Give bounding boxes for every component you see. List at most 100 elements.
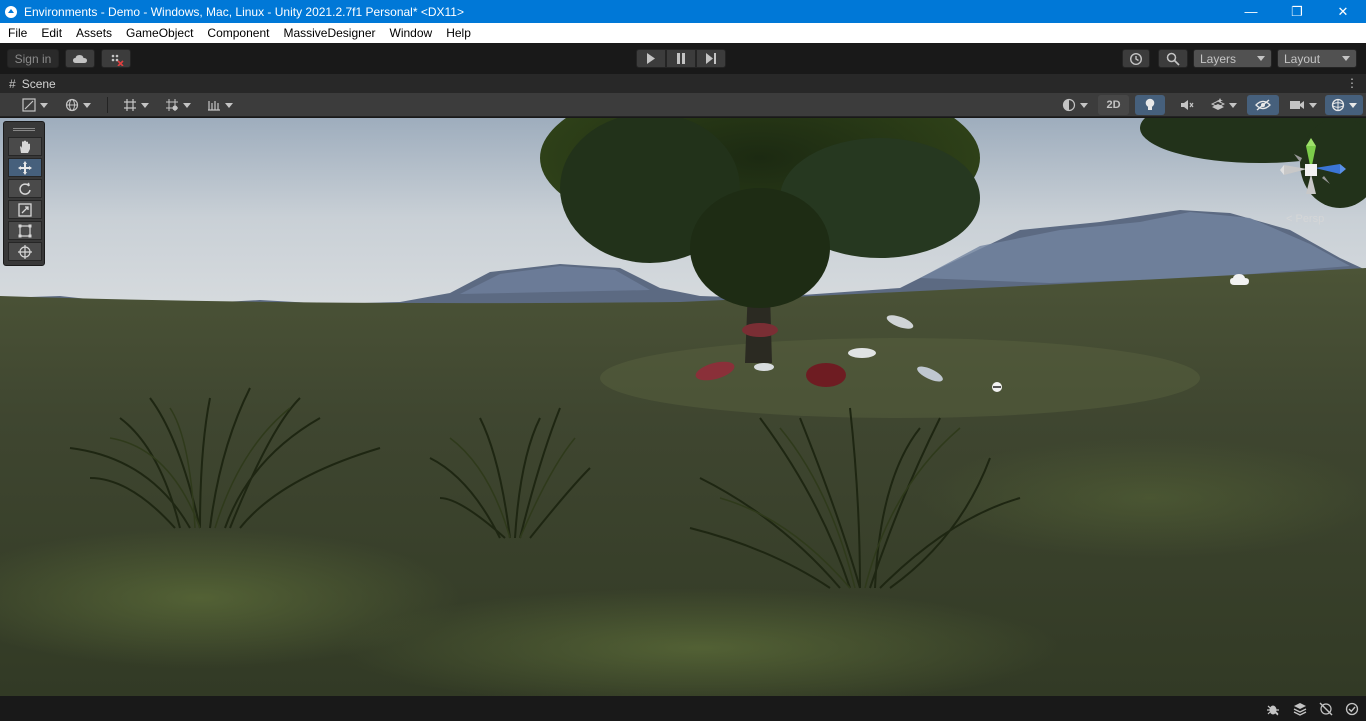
camera-icon: [1290, 101, 1304, 109]
effects-dropdown[interactable]: [1205, 95, 1243, 115]
projection-label[interactable]: < Persp: [1286, 213, 1324, 225]
auto-generate-lighting-button[interactable]: [1318, 701, 1334, 717]
maximize-button[interactable]: ❐: [1274, 0, 1320, 23]
tab-scene[interactable]: # Scene: [0, 74, 72, 94]
check-circle-icon: [1345, 702, 1359, 716]
grass-shade: [600, 338, 1200, 418]
tab-menu-button[interactable]: ⋮: [1346, 76, 1358, 90]
status-check-button[interactable]: [1344, 701, 1360, 717]
scene-viewport[interactable]: [0, 118, 1366, 696]
main-toolbar: Sign in Layers Layout: [0, 43, 1366, 73]
search-icon: [1166, 52, 1180, 66]
menu-edit[interactable]: Edit: [34, 23, 69, 43]
step-button[interactable]: [696, 49, 726, 68]
title-bar: Environments - Demo - Windows, Mac, Linu…: [0, 0, 1366, 23]
history-icon: [1129, 52, 1143, 65]
hand-icon: [20, 140, 30, 153]
pause-button[interactable]: [666, 49, 696, 68]
moss-patch: [920, 438, 1366, 558]
globe-icon: [65, 98, 79, 112]
layers-dropdown[interactable]: Layers: [1193, 49, 1272, 68]
chevron-down-icon: [141, 102, 149, 108]
layers-dropdown-label: Layers: [1200, 51, 1237, 66]
menu-massivedesigner[interactable]: MassiveDesigner: [276, 23, 382, 43]
tab-scene-label: Scene: [21, 77, 56, 91]
menu-help[interactable]: Help: [439, 23, 478, 43]
eye-hidden-icon: [1255, 99, 1271, 111]
audio-toggle-button[interactable]: [1172, 95, 1202, 115]
menu-window[interactable]: Window: [383, 23, 440, 43]
search-button[interactable]: [1158, 49, 1188, 68]
unity-logo-icon: [5, 5, 17, 18]
lightbulb-icon: [1145, 98, 1155, 110]
layers-stack-icon: [1293, 703, 1307, 716]
progress-button[interactable]: [1292, 701, 1308, 717]
scene-visibility-toggle[interactable]: [1247, 95, 1279, 115]
undo-history-button[interactable]: [1122, 49, 1150, 68]
menu-assets[interactable]: Assets: [69, 23, 119, 43]
scale-icon: [18, 202, 32, 217]
effects-layers-icon: [1211, 98, 1225, 110]
grid-visibility-dropdown[interactable]: [117, 95, 155, 115]
gizmos-dropdown[interactable]: [1325, 95, 1363, 115]
menu-bar: File Edit Assets GameObject Component Ma…: [0, 23, 1366, 43]
scene-tab-bar: # Scene ⋮: [0, 73, 1366, 93]
transform-tool-button[interactable]: [8, 242, 42, 261]
window-title: Environments - Demo - Windows, Mac, Linu…: [24, 4, 464, 19]
collab-button[interactable]: [101, 49, 131, 68]
rotate-tool-button[interactable]: [8, 179, 42, 198]
chevron-down-icon: [183, 102, 191, 108]
chevron-down-icon: [83, 102, 91, 108]
light-gizmo-icon: [992, 382, 1002, 392]
chevron-down-icon: [225, 102, 233, 108]
toolbar-divider: [107, 97, 108, 113]
lighting-toggle-button[interactable]: [1135, 95, 1165, 115]
layout-dropdown[interactable]: Layout: [1277, 49, 1357, 68]
sign-in-button[interactable]: Sign in: [7, 49, 59, 68]
chevron-down-icon: [1229, 102, 1237, 108]
cloud-button[interactable]: [65, 49, 95, 68]
chevron-down-icon: [1309, 102, 1317, 108]
play-button[interactable]: [636, 49, 666, 68]
global-local-dropdown[interactable]: [59, 95, 97, 115]
shaded-mode-icon: [22, 98, 36, 112]
cloud-icon: [73, 54, 87, 63]
render-mode-dropdown[interactable]: [1056, 95, 1094, 115]
chevron-down-icon: [1349, 102, 1357, 108]
camera-settings-dropdown[interactable]: [1284, 95, 1322, 115]
menu-gameobject[interactable]: GameObject: [119, 23, 200, 43]
scene-render: [0, 118, 1366, 696]
bug-icon: [1267, 705, 1279, 716]
menu-file[interactable]: File: [0, 23, 34, 43]
rect-tool-button[interactable]: [8, 221, 42, 240]
rect-transform-icon: [18, 224, 32, 237]
grid-icon: [124, 99, 136, 111]
chevron-down-icon: [40, 102, 48, 108]
move-tool-button[interactable]: [8, 158, 42, 177]
minimize-button[interactable]: —: [1228, 0, 1274, 23]
scale-tool-button[interactable]: [8, 200, 42, 219]
axis-gizmo-icon: [1280, 138, 1346, 194]
lighting-off-icon: [1319, 702, 1333, 716]
increment-snapping-dropdown[interactable]: [201, 95, 239, 115]
move-arrows-icon: [18, 160, 32, 175]
play-controls: [636, 49, 726, 68]
scene-hash-icon: #: [9, 77, 16, 91]
grid-snapping-dropdown[interactable]: [159, 95, 197, 115]
hand-tool-button[interactable]: [8, 137, 42, 156]
orientation-gizmo[interactable]: [1280, 132, 1346, 218]
menu-component[interactable]: Component: [200, 23, 276, 43]
scene-tools-panel: [3, 121, 45, 266]
rotate-icon: [19, 182, 31, 195]
status-bar: [0, 696, 1366, 721]
shading-sphere-icon: [1062, 98, 1076, 112]
draw-mode-dropdown[interactable]: [16, 95, 54, 115]
chevron-down-icon: [1257, 56, 1265, 61]
close-button[interactable]: ✕: [1320, 0, 1366, 23]
snap-grid-icon: [166, 99, 178, 111]
pause-icon: [677, 53, 685, 64]
panel-drag-handle[interactable]: [13, 128, 35, 131]
debug-mode-button[interactable]: [1265, 701, 1281, 717]
2d-toggle-button[interactable]: 2D: [1098, 95, 1129, 115]
play-icon: [647, 53, 655, 64]
